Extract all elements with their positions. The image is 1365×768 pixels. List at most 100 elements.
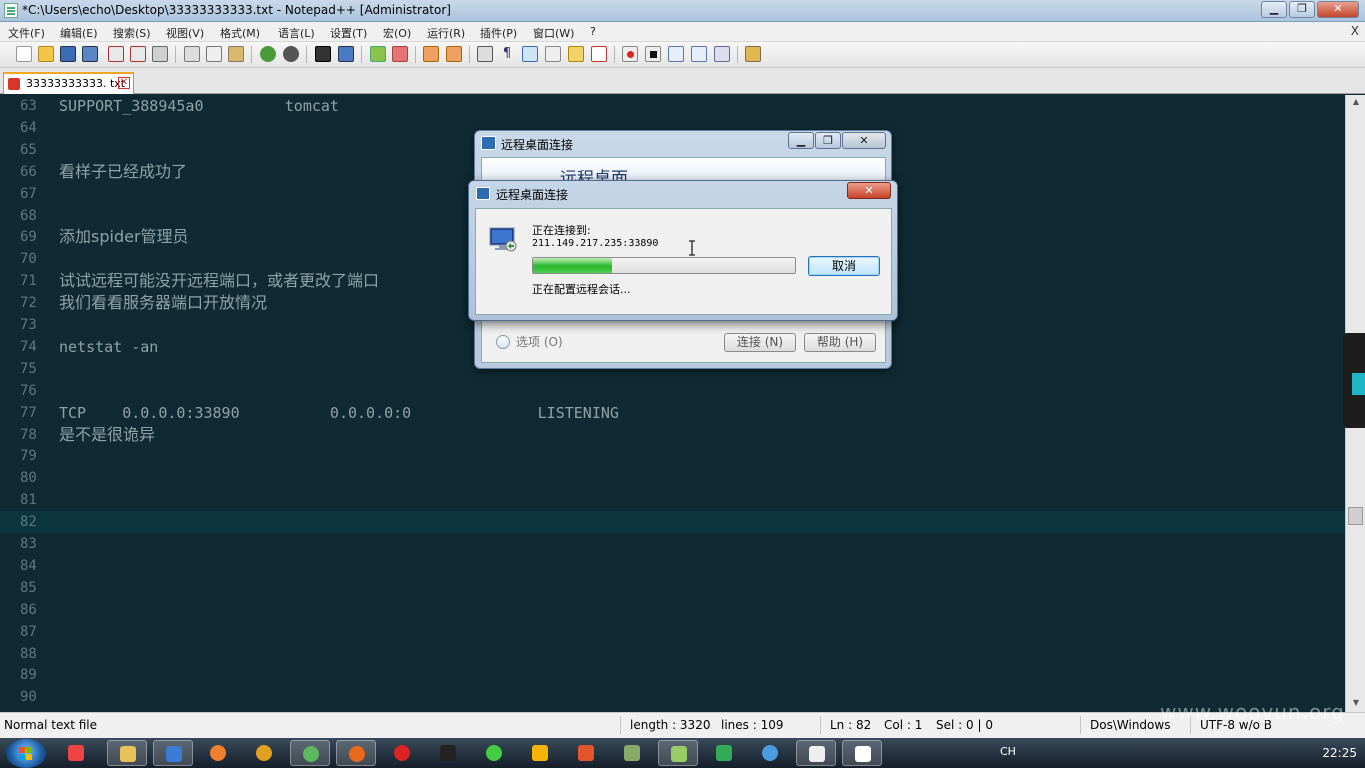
editor-line[interactable]: 86 bbox=[0, 599, 1345, 621]
floating-side-widget[interactable] bbox=[1343, 333, 1365, 428]
word-wrap-icon[interactable] bbox=[477, 46, 493, 62]
editor-line[interactable]: 77 TCP 0.0.0.0:33890 0.0.0.0:0 LISTENING bbox=[0, 402, 1345, 424]
menu-edit[interactable]: 编辑(E) bbox=[60, 25, 98, 41]
menu-search[interactable]: 搜索(S) bbox=[113, 25, 151, 41]
taskbar-app-11[interactable] bbox=[520, 740, 560, 766]
zoom-out-icon[interactable] bbox=[392, 46, 408, 62]
stop-macro-icon[interactable] bbox=[645, 46, 661, 62]
taskbar-app-4[interactable] bbox=[198, 740, 238, 766]
rdp-minimize-button[interactable]: ▁ bbox=[788, 132, 814, 149]
taskbar-qq[interactable] bbox=[428, 740, 468, 766]
editor-line[interactable]: 79 bbox=[0, 445, 1345, 467]
minimize-button[interactable]: ▁ bbox=[1261, 1, 1287, 18]
taskbar-firefox[interactable] bbox=[336, 740, 376, 766]
side-widget-tab[interactable] bbox=[1352, 373, 1365, 395]
paste-icon[interactable] bbox=[228, 46, 244, 62]
scroll-up-arrow-icon[interactable]: ▲ bbox=[1350, 97, 1362, 106]
app-icon bbox=[716, 745, 732, 761]
scrollbar-thumb[interactable] bbox=[1348, 507, 1363, 525]
taskbar-explorer[interactable] bbox=[107, 740, 147, 766]
editor-line[interactable]: 81 bbox=[0, 489, 1345, 511]
zoom-in-icon[interactable] bbox=[370, 46, 386, 62]
menu-run[interactable]: 运行(R) bbox=[427, 25, 465, 41]
scroll-down-arrow-icon[interactable]: ▼ bbox=[1350, 698, 1362, 707]
plugin-icon[interactable] bbox=[745, 46, 761, 62]
close-document-x[interactable]: X bbox=[1351, 24, 1359, 38]
editor-line[interactable]: 78 是不是很诡异 bbox=[0, 424, 1345, 446]
menu-plugins[interactable]: 插件(P) bbox=[480, 25, 517, 41]
new-file-icon[interactable] bbox=[16, 46, 32, 62]
close-all-icon[interactable] bbox=[130, 46, 146, 62]
open-file-icon[interactable] bbox=[38, 46, 54, 62]
clock[interactable]: 22:25 bbox=[1322, 746, 1357, 760]
undo-icon[interactable] bbox=[260, 46, 276, 62]
taskbar-rdp[interactable] bbox=[153, 740, 193, 766]
menu-format[interactable]: 格式(M) bbox=[220, 25, 260, 41]
save-icon[interactable] bbox=[60, 46, 76, 62]
rdp-restore-button[interactable]: ❐ bbox=[815, 132, 841, 149]
menu-window[interactable]: 窗口(W) bbox=[533, 25, 574, 41]
tab-33333333333-txt[interactable]: 33333333333. txt ✕ bbox=[3, 72, 134, 94]
dialog-close-button[interactable]: ✕ bbox=[847, 182, 891, 199]
save-all-icon[interactable] bbox=[82, 46, 98, 62]
find-icon[interactable] bbox=[315, 46, 331, 62]
taskbar-app-6[interactable] bbox=[290, 740, 330, 766]
taskbar-app-15[interactable] bbox=[704, 740, 744, 766]
save-macro-icon[interactable] bbox=[714, 46, 730, 62]
print-icon[interactable] bbox=[152, 46, 168, 62]
menu-settings[interactable]: 设置(T) bbox=[330, 25, 367, 41]
editor-line[interactable]: 76 bbox=[0, 380, 1345, 402]
rdp-help-button[interactable]: 帮助 (H) bbox=[804, 333, 876, 352]
input-language[interactable]: CH bbox=[1000, 745, 1016, 758]
menu-file[interactable]: 文件(F) bbox=[8, 25, 45, 41]
cut-icon[interactable] bbox=[184, 46, 200, 62]
editor-line[interactable]: 89 bbox=[0, 664, 1345, 686]
play-macro-icon[interactable] bbox=[668, 46, 684, 62]
close-button[interactable]: ✕ bbox=[1317, 1, 1359, 18]
rdp-connect-button[interactable]: 连接 (N) bbox=[724, 333, 796, 352]
menu-help[interactable]: ? bbox=[590, 25, 596, 38]
show-all-chars-icon[interactable]: ¶ bbox=[499, 46, 515, 62]
taskbar-app-18[interactable] bbox=[842, 740, 882, 766]
close-file-icon[interactable] bbox=[108, 46, 124, 62]
tab-close-icon[interactable]: ✕ bbox=[118, 77, 130, 89]
taskbar-app-13[interactable] bbox=[612, 740, 652, 766]
taskbar-app-8[interactable] bbox=[382, 740, 422, 766]
taskbar-wechat[interactable] bbox=[474, 740, 514, 766]
sync-vertical-icon[interactable] bbox=[423, 46, 439, 62]
replace-icon[interactable] bbox=[338, 46, 354, 62]
run-macro-multiple-icon[interactable] bbox=[691, 46, 707, 62]
menu-view[interactable]: 视图(V) bbox=[166, 25, 204, 41]
editor-line[interactable]: 88 bbox=[0, 643, 1345, 665]
taskbar-app-12[interactable] bbox=[566, 740, 606, 766]
redo-icon[interactable] bbox=[283, 46, 299, 62]
user-language-icon[interactable] bbox=[545, 46, 561, 62]
editor-line[interactable]: 85 bbox=[0, 577, 1345, 599]
windows-start-icon[interactable] bbox=[6, 739, 46, 768]
taskbar-app-1[interactable] bbox=[56, 740, 96, 766]
menu-language[interactable]: 语言(L) bbox=[278, 25, 315, 41]
record-macro-icon[interactable] bbox=[622, 46, 638, 62]
taskbar-app-17[interactable] bbox=[796, 740, 836, 766]
copy-icon[interactable] bbox=[206, 46, 222, 62]
taskbar-app-16[interactable] bbox=[750, 740, 790, 766]
editor-line[interactable]: 80 bbox=[0, 467, 1345, 489]
editor-line[interactable]: 84 bbox=[0, 555, 1345, 577]
sync-horizontal-icon[interactable] bbox=[446, 46, 462, 62]
function-list-icon[interactable] bbox=[591, 46, 607, 62]
indent-guide-icon[interactable] bbox=[522, 46, 538, 62]
rdp-close-button[interactable]: ✕ bbox=[842, 132, 886, 149]
taskbar-notepadpp[interactable] bbox=[658, 740, 698, 766]
editor-line[interactable]: 82 bbox=[0, 511, 1345, 534]
doc-map-icon[interactable] bbox=[568, 46, 584, 62]
editor-line[interactable]: 87 bbox=[0, 621, 1345, 643]
editor-line[interactable]: 83 bbox=[0, 533, 1345, 555]
line-number: 85 bbox=[20, 579, 37, 596]
cancel-button[interactable]: 取消 bbox=[808, 256, 880, 276]
editor-line[interactable]: 90 bbox=[0, 686, 1345, 708]
menu-macro[interactable]: 宏(O) bbox=[383, 25, 411, 41]
rdp-options-toggle[interactable]: 选项 (O) bbox=[496, 333, 563, 350]
editor-line[interactable]: 63 SUPPORT_388945a0 tomcat bbox=[0, 95, 1345, 117]
taskbar-chrome[interactable] bbox=[244, 740, 284, 766]
restore-button[interactable]: ❐ bbox=[1289, 1, 1315, 18]
